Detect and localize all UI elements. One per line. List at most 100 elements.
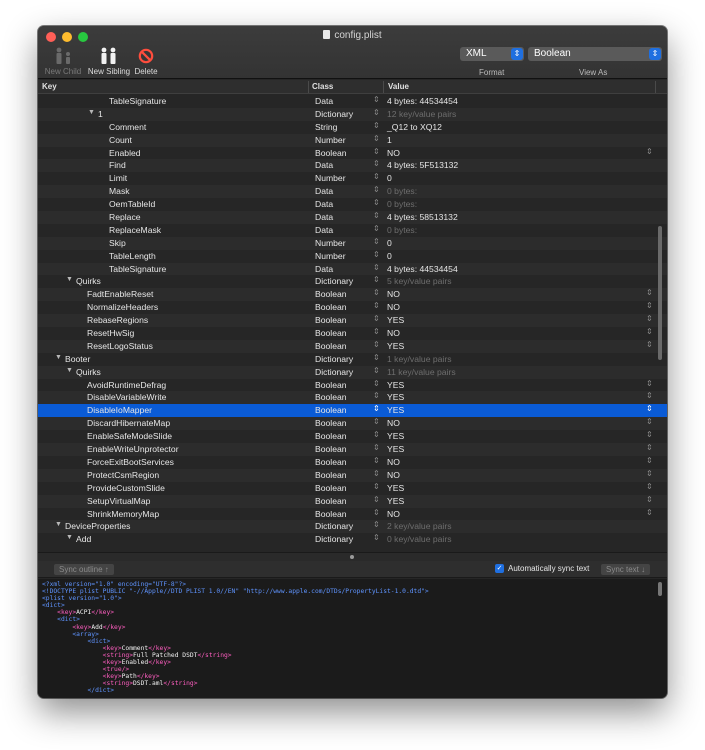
class-stepper-icon[interactable]: ⇕ <box>373 520 380 529</box>
row-class[interactable]: Data <box>315 186 333 196</box>
row-key[interactable]: EnableWriteUnprotector <box>87 444 179 454</box>
class-stepper-icon[interactable]: ⇕ <box>373 469 380 478</box>
row-key[interactable]: NormalizeHeaders <box>87 302 158 312</box>
row-class[interactable]: Boolean <box>315 509 347 519</box>
outline-row[interactable]: ▼ Quirks Dictionary ⇕ 11 key/value pairs <box>38 365 667 379</box>
row-value[interactable]: NO <box>387 509 400 519</box>
row-value[interactable]: YES <box>387 444 404 454</box>
outline-row[interactable]: ProvideCustomSlide Boolean ⇕ YES ⇕ <box>38 482 667 495</box>
view-as-popup[interactable]: Boolean ⇕ <box>528 47 662 61</box>
class-stepper-icon[interactable]: ⇕ <box>373 263 380 272</box>
row-key[interactable]: TableSignature <box>109 96 166 106</box>
column-divider[interactable] <box>308 81 309 93</box>
row-value[interactable]: 0 <box>387 238 392 248</box>
value-stepper-icon[interactable]: ⇕ <box>646 327 653 336</box>
row-key[interactable]: ProtectCsmRegion <box>87 470 159 480</box>
class-stepper-icon[interactable]: ⇕ <box>373 508 380 517</box>
class-stepper-icon[interactable]: ⇕ <box>373 417 380 426</box>
class-stepper-icon[interactable]: ⇕ <box>373 301 380 310</box>
row-class[interactable]: Boolean <box>315 328 347 338</box>
row-key[interactable]: ProvideCustomSlide <box>87 483 165 493</box>
value-stepper-icon[interactable]: ⇕ <box>646 301 653 310</box>
new-sibling-button[interactable]: New Sibling <box>86 46 132 76</box>
row-class[interactable]: Dictionary <box>315 354 353 364</box>
value-stepper-icon[interactable]: ⇕ <box>646 404 653 413</box>
row-value[interactable]: NO <box>387 470 400 480</box>
row-value[interactable]: YES <box>387 483 404 493</box>
row-key[interactable]: Enabled <box>109 148 141 158</box>
class-stepper-icon[interactable]: ⇕ <box>373 314 380 323</box>
row-value[interactable]: NO <box>387 148 400 158</box>
class-stepper-icon[interactable]: ⇕ <box>373 340 380 349</box>
outline-row[interactable]: ShrinkMemoryMap Boolean ⇕ NO ⇕ <box>38 508 667 521</box>
disclosure-triangle-icon[interactable]: ▼ <box>66 276 73 283</box>
row-key[interactable]: TableSignature <box>109 264 166 274</box>
class-stepper-icon[interactable]: ⇕ <box>373 533 380 542</box>
row-class[interactable]: Dictionary <box>315 534 353 544</box>
format-popup[interactable]: XML ⇕ <box>460 47 524 61</box>
row-key[interactable]: Quirks <box>76 367 101 377</box>
row-class[interactable]: Number <box>315 251 346 261</box>
row-key[interactable]: DiscardHibernateMap <box>87 418 170 428</box>
class-stepper-icon[interactable]: ⇕ <box>373 185 380 194</box>
split-divider[interactable] <box>38 552 667 561</box>
column-divider[interactable] <box>383 81 384 93</box>
outline-row[interactable]: ReplaceMask Data ⇕ 0 bytes: <box>38 224 667 237</box>
class-stepper-icon[interactable]: ⇕ <box>373 443 380 452</box>
new-child-button[interactable]: New Child <box>44 46 82 76</box>
row-class[interactable]: String <box>315 122 337 132</box>
row-key[interactable]: DeviceProperties <box>65 521 130 531</box>
row-value[interactable]: YES <box>387 431 404 441</box>
value-stepper-icon[interactable]: ⇕ <box>646 469 653 478</box>
row-class[interactable]: Boolean <box>315 341 347 351</box>
disclosure-triangle-icon[interactable]: ▼ <box>66 367 73 374</box>
row-key[interactable]: ResetHwSig <box>87 328 134 338</box>
class-stepper-icon[interactable]: ⇕ <box>373 198 380 207</box>
row-value[interactable]: YES <box>387 405 404 415</box>
row-value[interactable]: 0 <box>387 251 392 261</box>
row-value[interactable]: YES <box>387 496 404 506</box>
class-stepper-icon[interactable]: ⇕ <box>373 134 380 143</box>
row-key[interactable]: Skip <box>109 238 126 248</box>
class-stepper-icon[interactable]: ⇕ <box>373 250 380 259</box>
row-value[interactable]: 4 bytes: 5F513132 <box>387 160 458 170</box>
row-class[interactable]: Data <box>315 160 333 170</box>
class-stepper-icon[interactable]: ⇕ <box>373 327 380 336</box>
row-class[interactable]: Number <box>315 135 346 145</box>
outline-row[interactable]: DisableIoMapper Boolean ⇕ YES ⇕ <box>38 404 667 418</box>
value-stepper-icon[interactable]: ⇕ <box>646 379 653 388</box>
value-stepper-icon[interactable]: ⇕ <box>646 391 653 400</box>
split-handle[interactable] <box>350 555 354 559</box>
row-value[interactable]: 0 <box>387 173 392 183</box>
disclosure-triangle-icon[interactable]: ▼ <box>88 109 95 116</box>
row-class[interactable]: Boolean <box>315 302 347 312</box>
outline-row[interactable]: AvoidRuntimeDefrag Boolean ⇕ YES ⇕ <box>38 379 667 392</box>
outline-row[interactable]: ProtectCsmRegion Boolean ⇕ NO ⇕ <box>38 468 667 482</box>
row-value[interactable]: 0 bytes: <box>387 199 417 209</box>
column-divider[interactable] <box>655 81 656 93</box>
value-stepper-icon[interactable]: ⇕ <box>646 340 653 349</box>
outline-row[interactable]: Replace Data ⇕ 4 bytes: 58513132 <box>38 211 667 224</box>
row-key[interactable]: Replace <box>109 212 141 222</box>
disclosure-triangle-icon[interactable]: ▼ <box>66 534 73 541</box>
row-class[interactable]: Boolean <box>315 431 347 441</box>
row-value[interactable]: 0 bytes: <box>387 225 417 235</box>
value-stepper-icon[interactable]: ⇕ <box>646 430 653 439</box>
outline-row[interactable]: ▼ Booter Dictionary ⇕ 1 key/value pairs <box>38 353 667 366</box>
row-class[interactable]: Boolean <box>315 392 347 402</box>
row-value[interactable]: 0 key/value pairs <box>387 534 452 544</box>
row-key[interactable]: OemTableId <box>109 199 155 209</box>
row-key[interactable]: Comment <box>109 122 146 132</box>
row-value[interactable]: YES <box>387 315 404 325</box>
disclosure-triangle-icon[interactable]: ▼ <box>55 354 62 361</box>
outline-row[interactable]: ▼ Quirks Dictionary ⇕ 5 key/value pairs <box>38 275 667 288</box>
row-key[interactable]: DisableIoMapper <box>87 405 152 415</box>
row-key[interactable]: DisableVariableWrite <box>87 392 166 402</box>
row-key[interactable]: Limit <box>109 173 127 183</box>
row-key[interactable]: SetupVirtualMap <box>87 496 150 506</box>
delete-button[interactable]: Delete <box>134 46 158 76</box>
row-class[interactable]: Boolean <box>315 405 347 415</box>
column-header-key[interactable]: Key <box>42 82 57 91</box>
row-value[interactable]: 4 bytes: 58513132 <box>387 212 458 222</box>
row-class[interactable]: Data <box>315 264 333 274</box>
